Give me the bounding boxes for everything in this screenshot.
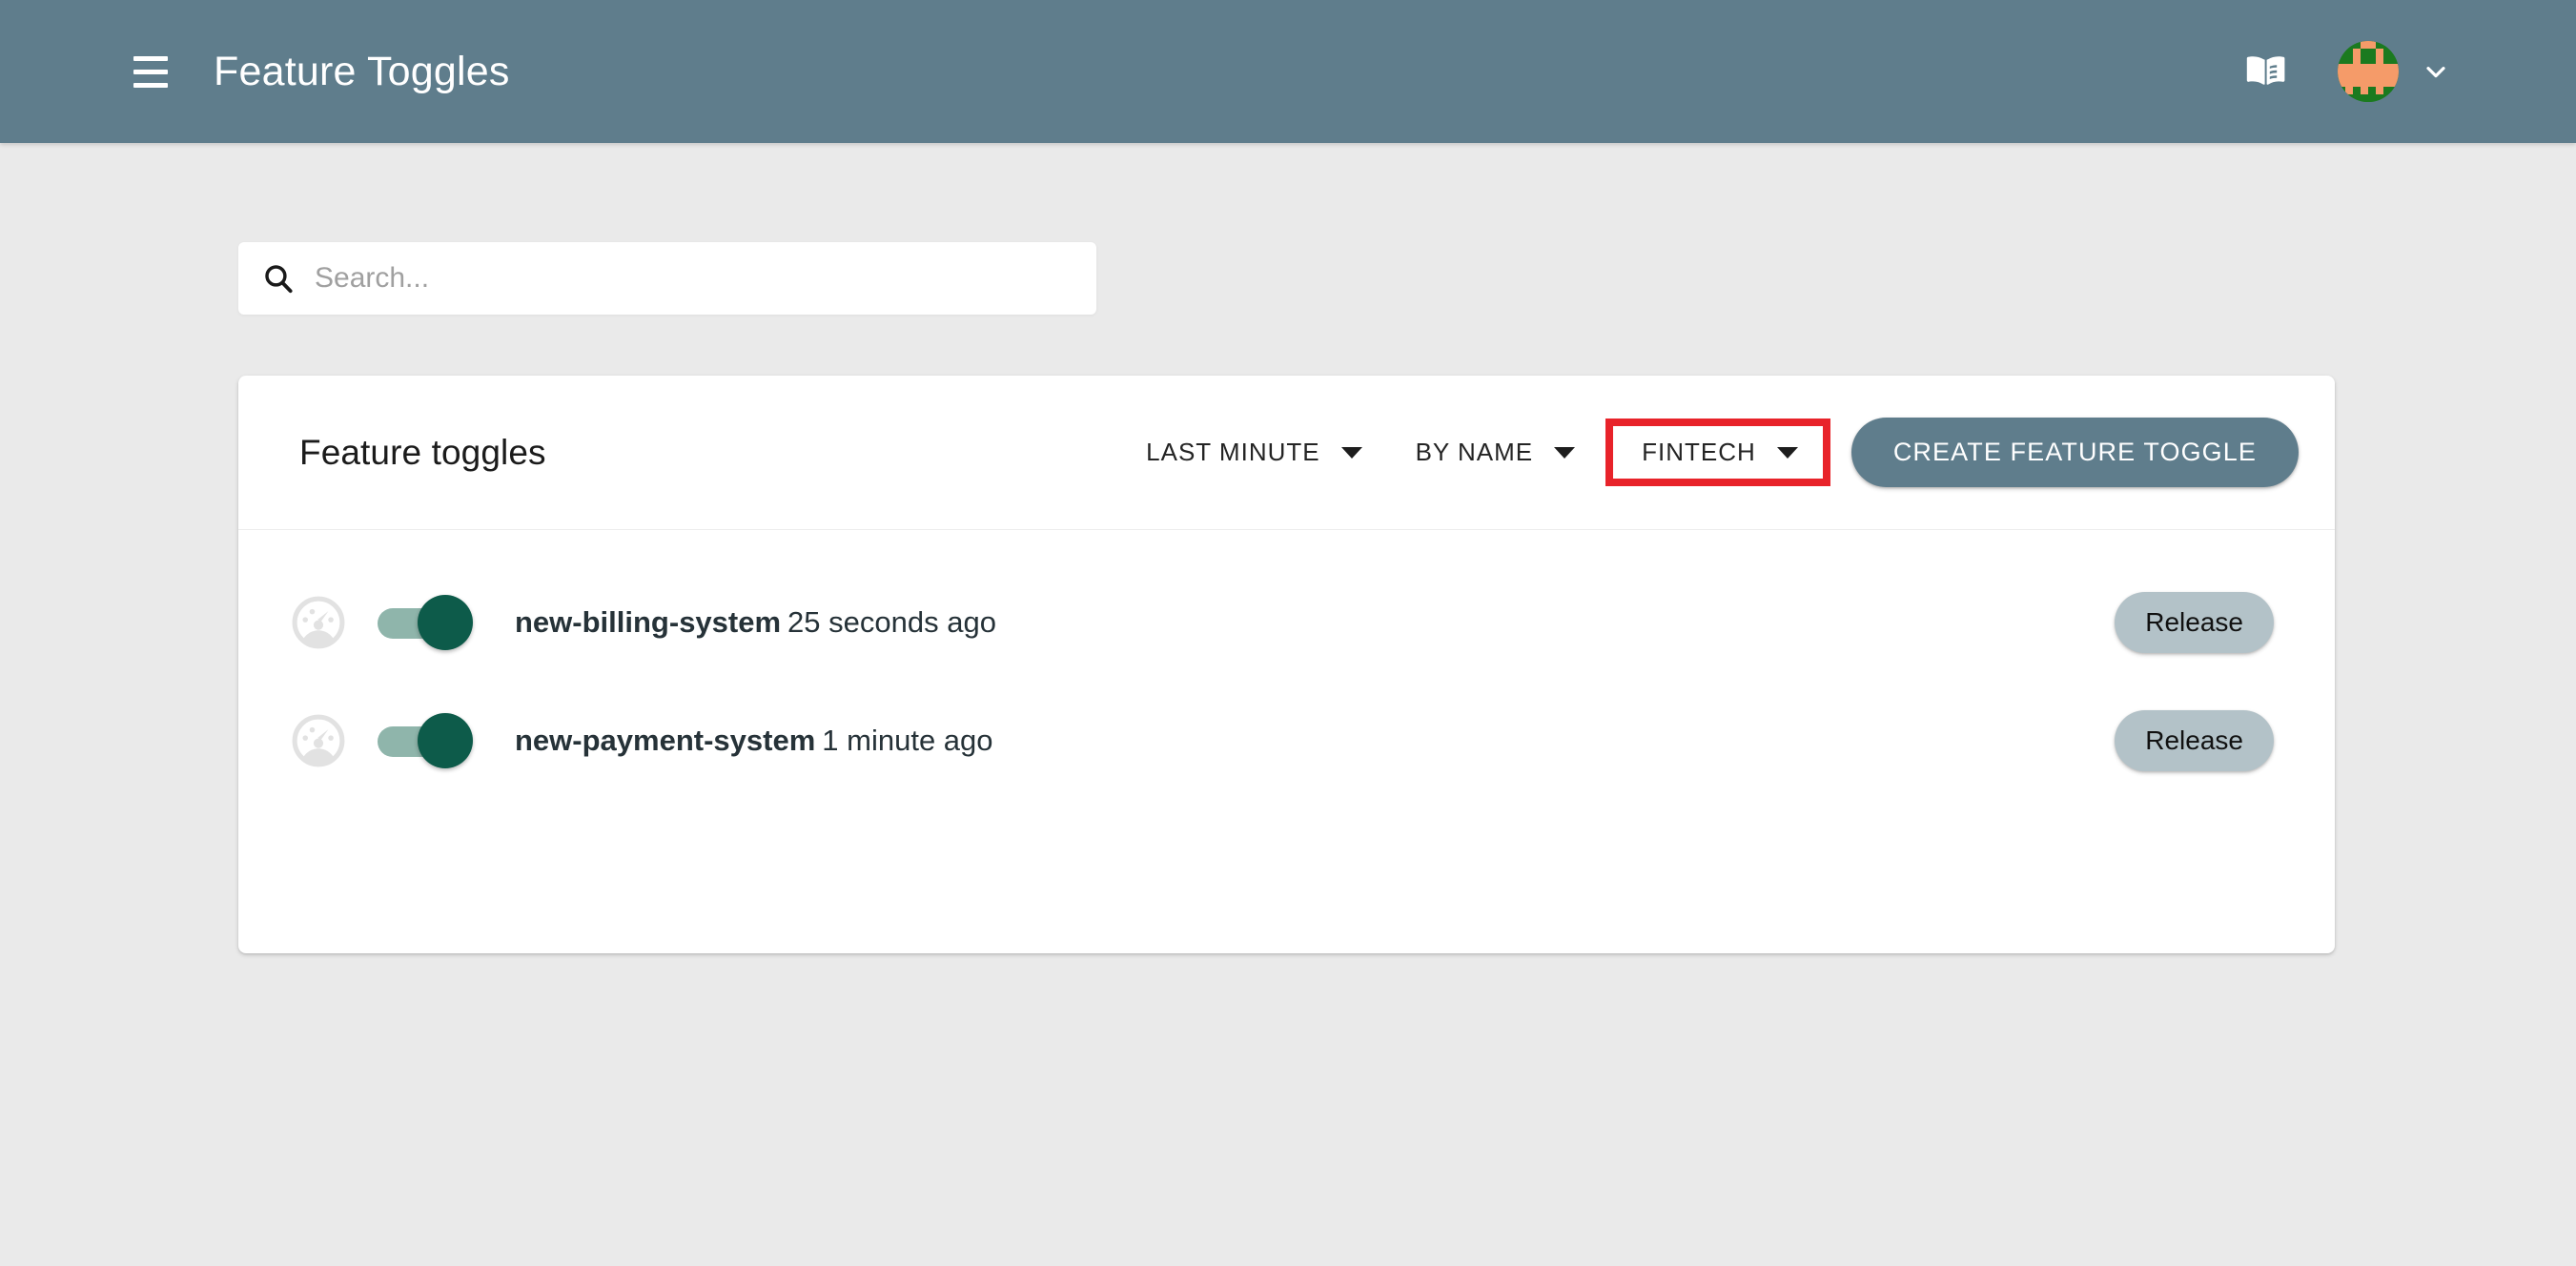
switch-thumb <box>418 595 473 650</box>
list-item: new-payment-system 1 minute ago Release <box>238 682 2335 800</box>
list-item-text: new-billing-system 25 seconds ago <box>515 605 996 640</box>
feature-toggle-timestamp: 25 seconds ago <box>787 605 996 639</box>
caret-down-icon <box>1776 446 1798 459</box>
release-button[interactable]: Release <box>2115 710 2274 771</box>
page-title: Feature Toggles <box>214 48 510 94</box>
app-bar: Feature Toggles <box>0 0 2576 143</box>
avatar[interactable] <box>2338 41 2399 102</box>
card-header: Feature toggles LAST MINUTE BY NAME FINT… <box>238 376 2335 530</box>
menu-bar <box>133 69 168 74</box>
app-bar-actions <box>2239 41 2452 102</box>
caret-down-icon <box>1554 446 1576 459</box>
feature-toggle-name: new-payment-system <box>515 724 816 757</box>
feature-toggle-switch[interactable] <box>378 595 473 650</box>
card-title: Feature toggles <box>299 432 546 472</box>
dropdown-label: LAST MINUTE <box>1146 438 1320 466</box>
menu-bar <box>133 82 168 88</box>
search-bar[interactable] <box>238 242 1096 315</box>
feature-toggle-name: new-billing-system <box>515 605 782 639</box>
list-item-text: new-payment-system 1 minute ago <box>515 724 993 758</box>
sort-by-dropdown[interactable]: BY NAME <box>1410 426 1582 479</box>
create-feature-toggle-button[interactable]: CREATE FEATURE TOGGLE <box>1850 418 2299 487</box>
caret-down-icon <box>1340 446 1362 459</box>
dropdown-label: BY NAME <box>1415 438 1534 466</box>
menu-bar <box>133 55 168 61</box>
service-dropdown[interactable]: FINTECH <box>1605 419 1830 486</box>
list-item: new-billing-system 25 seconds ago Release <box>238 563 2335 682</box>
feature-toggles-card: Feature toggles LAST MINUTE BY NAME FINT… <box>238 376 2335 953</box>
search-input[interactable] <box>315 242 1073 315</box>
search-icon <box>259 259 297 297</box>
feature-toggle-list: new-billing-system 25 seconds ago Release <box>238 530 2335 800</box>
chevron-down-icon[interactable] <box>2420 55 2452 88</box>
feature-toggle-switch[interactable] <box>378 713 473 768</box>
card-header-actions: LAST MINUTE BY NAME FINTECH CREATE FEATU… <box>1140 418 2299 487</box>
dropdown-label: FINTECH <box>1642 438 1756 466</box>
feature-toggle-timestamp: 1 minute ago <box>822 724 993 757</box>
hamburger-menu-icon[interactable] <box>133 50 177 93</box>
switch-thumb <box>418 713 473 768</box>
time-range-dropdown[interactable]: LAST MINUTE <box>1140 426 1367 479</box>
book-icon[interactable] <box>2239 45 2292 98</box>
gauge-icon[interactable] <box>290 712 347 769</box>
gauge-icon[interactable] <box>290 594 347 651</box>
release-button[interactable]: Release <box>2115 592 2274 653</box>
